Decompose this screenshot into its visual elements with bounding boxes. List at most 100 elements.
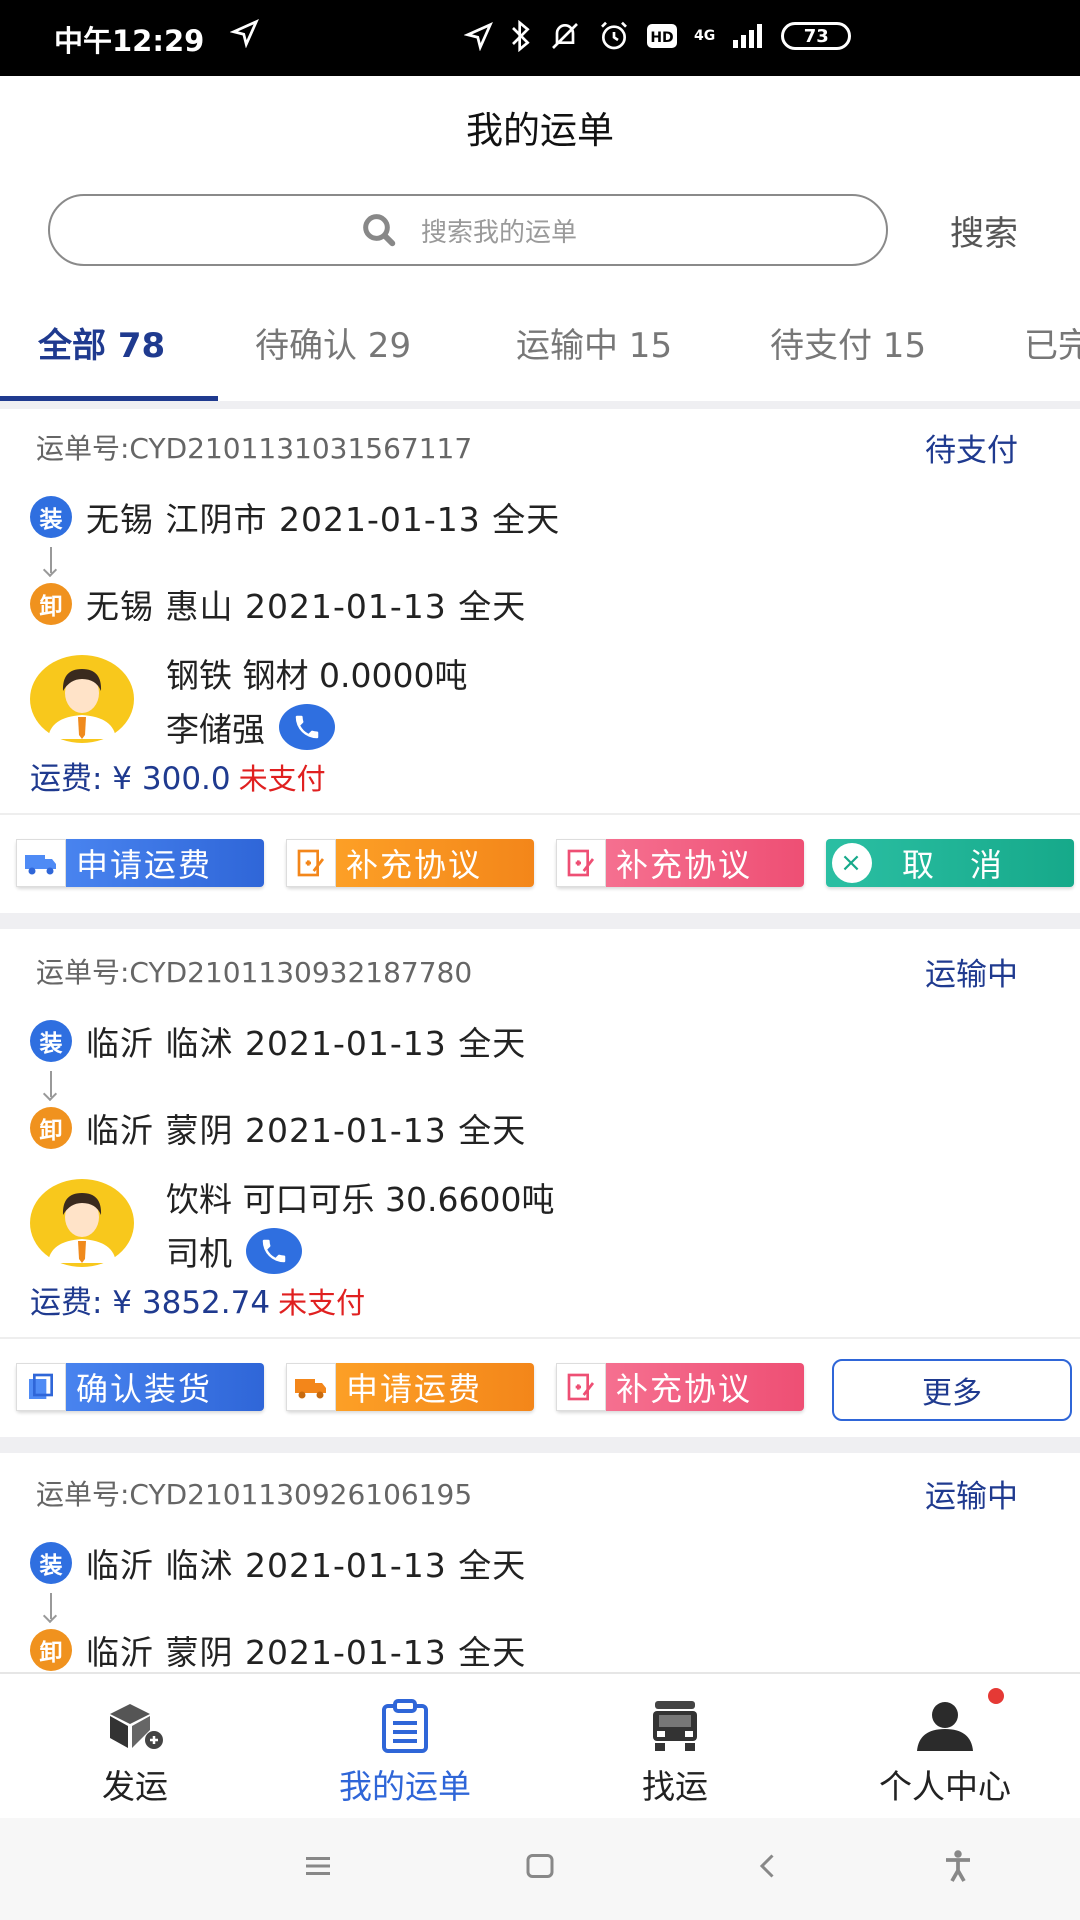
battery-level: 73 xyxy=(803,25,829,47)
notification-dot xyxy=(988,1688,1004,1704)
battery-indicator: 73 xyxy=(781,22,852,50)
nav-profile[interactable]: 个人中心 xyxy=(810,1674,1080,1820)
truck-fee-icon xyxy=(16,839,66,887)
driver-avatar xyxy=(30,1179,134,1267)
load-address: 无锡 江阴市 2021-01-13 全天 xyxy=(86,500,561,539)
search-placeholder: 搜索我的运单 xyxy=(420,217,577,248)
order-number: 运单号:CYD2101130932187780 xyxy=(36,956,473,989)
load-location: 装 无锡 江阴市 2021-01-13 全天 xyxy=(30,493,560,541)
svg-text:HD: HD xyxy=(650,30,673,46)
order-card[interactable]: 运单号:CYD2101130926106195 运输中 装 临沂 临沭 2021… xyxy=(0,1453,1080,1672)
tab-in-transit[interactable]: 运输中 15 xyxy=(516,318,672,402)
driver-name: 李储强 xyxy=(166,710,265,749)
confirm-loading-button[interactable]: 确认装货 xyxy=(16,1363,264,1411)
action-label: 补充协议 xyxy=(616,1370,753,1408)
order-card[interactable]: 运单号:CYD2101130932187780 运输中 装 临沂 临沭 2021… xyxy=(0,929,1080,1437)
fee-amount: 运费: ¥ 300.0 xyxy=(30,761,231,797)
apply-fee-button[interactable]: 申请运费 xyxy=(286,1363,534,1411)
signal-icon xyxy=(733,24,763,48)
hd-icon: HD xyxy=(647,24,677,48)
close-icon: × xyxy=(832,843,872,883)
edit-document-icon xyxy=(286,839,336,887)
phone-icon xyxy=(295,715,319,739)
route-arrow-icon xyxy=(50,547,52,573)
home-icon[interactable] xyxy=(522,1848,558,1884)
status-bar: 中午12:29 HD 4G 73 xyxy=(0,0,1080,76)
status-icons: HD 4G 73 xyxy=(464,20,852,52)
nav-find-shipment[interactable]: 找运 xyxy=(540,1674,810,1820)
action-label: 补充协议 xyxy=(346,846,483,884)
load-location: 装 临沂 临沭 2021-01-13 全天 xyxy=(30,1017,526,1065)
supplement-agreement-button[interactable]: 补充协议 xyxy=(556,1363,804,1411)
order-status: 运输中 xyxy=(925,957,1018,993)
bluetooth-icon xyxy=(512,20,530,52)
unload-address: 临沂 蒙阴 2021-01-13 全天 xyxy=(86,1633,527,1672)
action-bar: 确认装货 申请运费 补充协议 更多 xyxy=(0,1359,1080,1423)
unload-badge: 卸 xyxy=(30,1629,72,1671)
card-separator xyxy=(0,913,1080,929)
action-label: 确认装货 xyxy=(76,1370,213,1408)
order-number: 运单号:CYD2101131031567117 xyxy=(36,432,473,465)
system-navigation-bar xyxy=(0,1818,1080,1920)
unload-location: 卸 无锡 惠山 2021-01-13 全天 xyxy=(30,580,526,628)
nav-ship[interactable]: 发运 xyxy=(0,1674,270,1820)
route-arrow-icon xyxy=(50,1071,52,1097)
action-bar: 申请运费 补充协议 补充协议 × 取 消 xyxy=(0,839,1080,899)
tab-pending-confirm[interactable]: 待确认 29 xyxy=(255,318,411,402)
load-badge: 装 xyxy=(30,1542,72,1584)
load-address: 临沂 临沭 2021-01-13 全天 xyxy=(86,1024,527,1063)
load-badge: 装 xyxy=(30,1020,72,1062)
nav-label: 找运 xyxy=(642,1767,708,1806)
more-button[interactable]: 更多 xyxy=(832,1359,1072,1421)
call-driver-button[interactable] xyxy=(246,1228,302,1274)
truck-fee-icon xyxy=(286,1363,336,1411)
unload-address: 无锡 惠山 2021-01-13 全天 xyxy=(86,587,527,626)
tab-completed[interactable]: 已完 xyxy=(1024,318,1080,402)
call-driver-button[interactable] xyxy=(279,704,335,750)
accessibility-icon[interactable] xyxy=(940,1848,976,1884)
search-button[interactable]: 搜索 xyxy=(950,206,1018,255)
menu-icon[interactable] xyxy=(300,1848,336,1884)
back-icon[interactable] xyxy=(750,1848,786,1884)
unload-badge: 卸 xyxy=(30,1107,72,1149)
payment-status: 未支付 xyxy=(278,1286,366,1320)
status-tabs: 全部 78 待确认 29 运输中 15 待支付 15 已完 xyxy=(0,318,1080,402)
clipboard-icon xyxy=(380,1698,430,1754)
supplement-agreement-button[interactable]: 补充协议 xyxy=(556,839,804,887)
action-label: 申请运费 xyxy=(346,1370,483,1408)
order-number: 运单号:CYD2101130926106195 xyxy=(36,1478,473,1511)
search-icon xyxy=(363,214,396,247)
tab-pending-payment[interactable]: 待支付 15 xyxy=(770,318,926,402)
edit-document-icon xyxy=(556,1363,606,1411)
unload-badge: 卸 xyxy=(30,583,72,625)
nav-my-orders[interactable]: 我的运单 xyxy=(270,1674,540,1820)
apply-fee-button[interactable]: 申请运费 xyxy=(16,839,264,887)
freight-fee: 运费: ¥ 3852.74 未支付 xyxy=(30,1277,365,1322)
search-input[interactable]: 搜索我的运单 xyxy=(48,194,888,266)
package-send-icon xyxy=(104,1698,166,1754)
driver-avatar xyxy=(30,655,134,743)
divider xyxy=(0,813,1080,815)
phone-icon xyxy=(262,1239,286,1263)
unload-address: 临沂 蒙阴 2021-01-13 全天 xyxy=(86,1111,527,1150)
order-card[interactable]: 运单号:CYD2101131031567117 待支付 装 无锡 江阴市 202… xyxy=(0,409,1080,913)
document-stack-icon xyxy=(16,1363,66,1411)
status-time: 中午12:29 xyxy=(54,24,205,58)
action-label: 取 消 xyxy=(902,846,1005,884)
truck-icon xyxy=(647,1698,703,1754)
driver-info: 司机 xyxy=(166,1227,302,1275)
payment-status: 未支付 xyxy=(238,762,326,796)
network-type: 4G xyxy=(694,28,716,44)
location-arrow-icon xyxy=(230,19,259,48)
tab-all[interactable]: 全部 78 xyxy=(38,318,165,402)
alarm-icon xyxy=(601,21,627,50)
action-label: 申请运费 xyxy=(76,846,213,884)
order-status: 运输中 xyxy=(925,1479,1018,1515)
supplement-agreement-button[interactable]: 补充协议 xyxy=(286,839,534,887)
driver-info: 李储强 xyxy=(166,703,335,751)
cancel-button[interactable]: × 取 消 xyxy=(826,839,1074,887)
route-arrow-icon xyxy=(50,1593,52,1619)
mute-icon xyxy=(552,23,578,49)
load-address: 临沂 临沭 2021-01-13 全天 xyxy=(86,1546,527,1585)
nav-label: 我的运单 xyxy=(339,1767,471,1806)
